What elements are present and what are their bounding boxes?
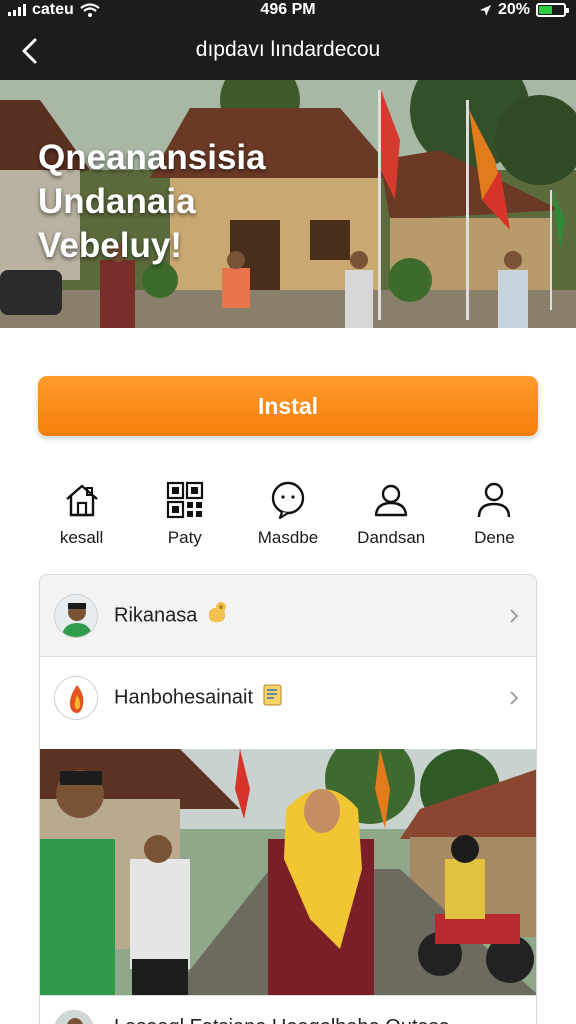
user-outline-icon	[375, 484, 408, 517]
list-item[interactable]: Laseagl Fatsiane Ueagelhabe Outase	[40, 995, 536, 1024]
avatar	[54, 676, 98, 720]
quick-action-dandsan[interactable]: Dandsan	[340, 480, 443, 550]
hand-emoji-icon	[205, 600, 231, 632]
chevron-right-icon	[510, 691, 519, 705]
quick-action-kesall[interactable]: kesall	[30, 480, 133, 550]
quick-action-label: Paty	[167, 528, 202, 547]
feed-photo[interactable]	[40, 749, 536, 995]
house-icon	[65, 484, 98, 517]
list-item[interactable]: Hanbohesainait	[40, 657, 536, 739]
avatar	[54, 1010, 94, 1024]
quick-action-label: kesall	[59, 528, 104, 547]
chat-bubble-icon	[271, 481, 305, 520]
hero-banner: Qneanansisia Undanaia Vebeluy!	[0, 80, 576, 328]
quick-action-masdbe[interactable]: Masdbe	[236, 480, 339, 550]
nav-bar: dıpdavı lındardecou	[0, 26, 576, 76]
qr-code-icon	[166, 481, 203, 519]
top-bar: cateu 496 PM 20% dıpdavı lındardecou	[0, 0, 576, 80]
document-emoji-icon	[261, 682, 287, 714]
quick-action-label: Dandsan	[357, 528, 426, 547]
quick-action-paty[interactable]: Paty	[133, 480, 236, 550]
battery-percent: 20%	[497, 1, 530, 18]
list-item-label: Hanbohesainait	[114, 686, 253, 709]
list-item-label: Laseagl Fatsiane Ueagelhabe Outase	[114, 1016, 450, 1024]
page-title: dıpdavı lındardecou	[195, 38, 381, 61]
install-button[interactable]: Instal	[38, 376, 538, 436]
quick-action-dene[interactable]: Dene	[443, 480, 546, 550]
hero-title: Qneanansisia Undanaia Vebeluy!	[38, 138, 266, 265]
location-arrow-icon	[479, 4, 491, 16]
avatar	[54, 593, 98, 638]
status-bar: cateu 496 PM 20%	[0, 0, 576, 22]
quick-action-label: Masdbe	[257, 528, 319, 547]
feed-card: Rikanasa Hanbohesainait	[39, 574, 537, 1024]
quick-action-label: Dene	[474, 528, 515, 547]
chevron-right-icon	[510, 609, 519, 623]
battery-icon	[536, 3, 569, 17]
quick-actions: kesall Paty Masdbe Dandsan Dene	[30, 480, 546, 550]
person-icon	[478, 482, 511, 518]
list-item-label: Rikanasa	[114, 603, 198, 626]
list-item[interactable]: Rikanasa	[40, 575, 536, 657]
